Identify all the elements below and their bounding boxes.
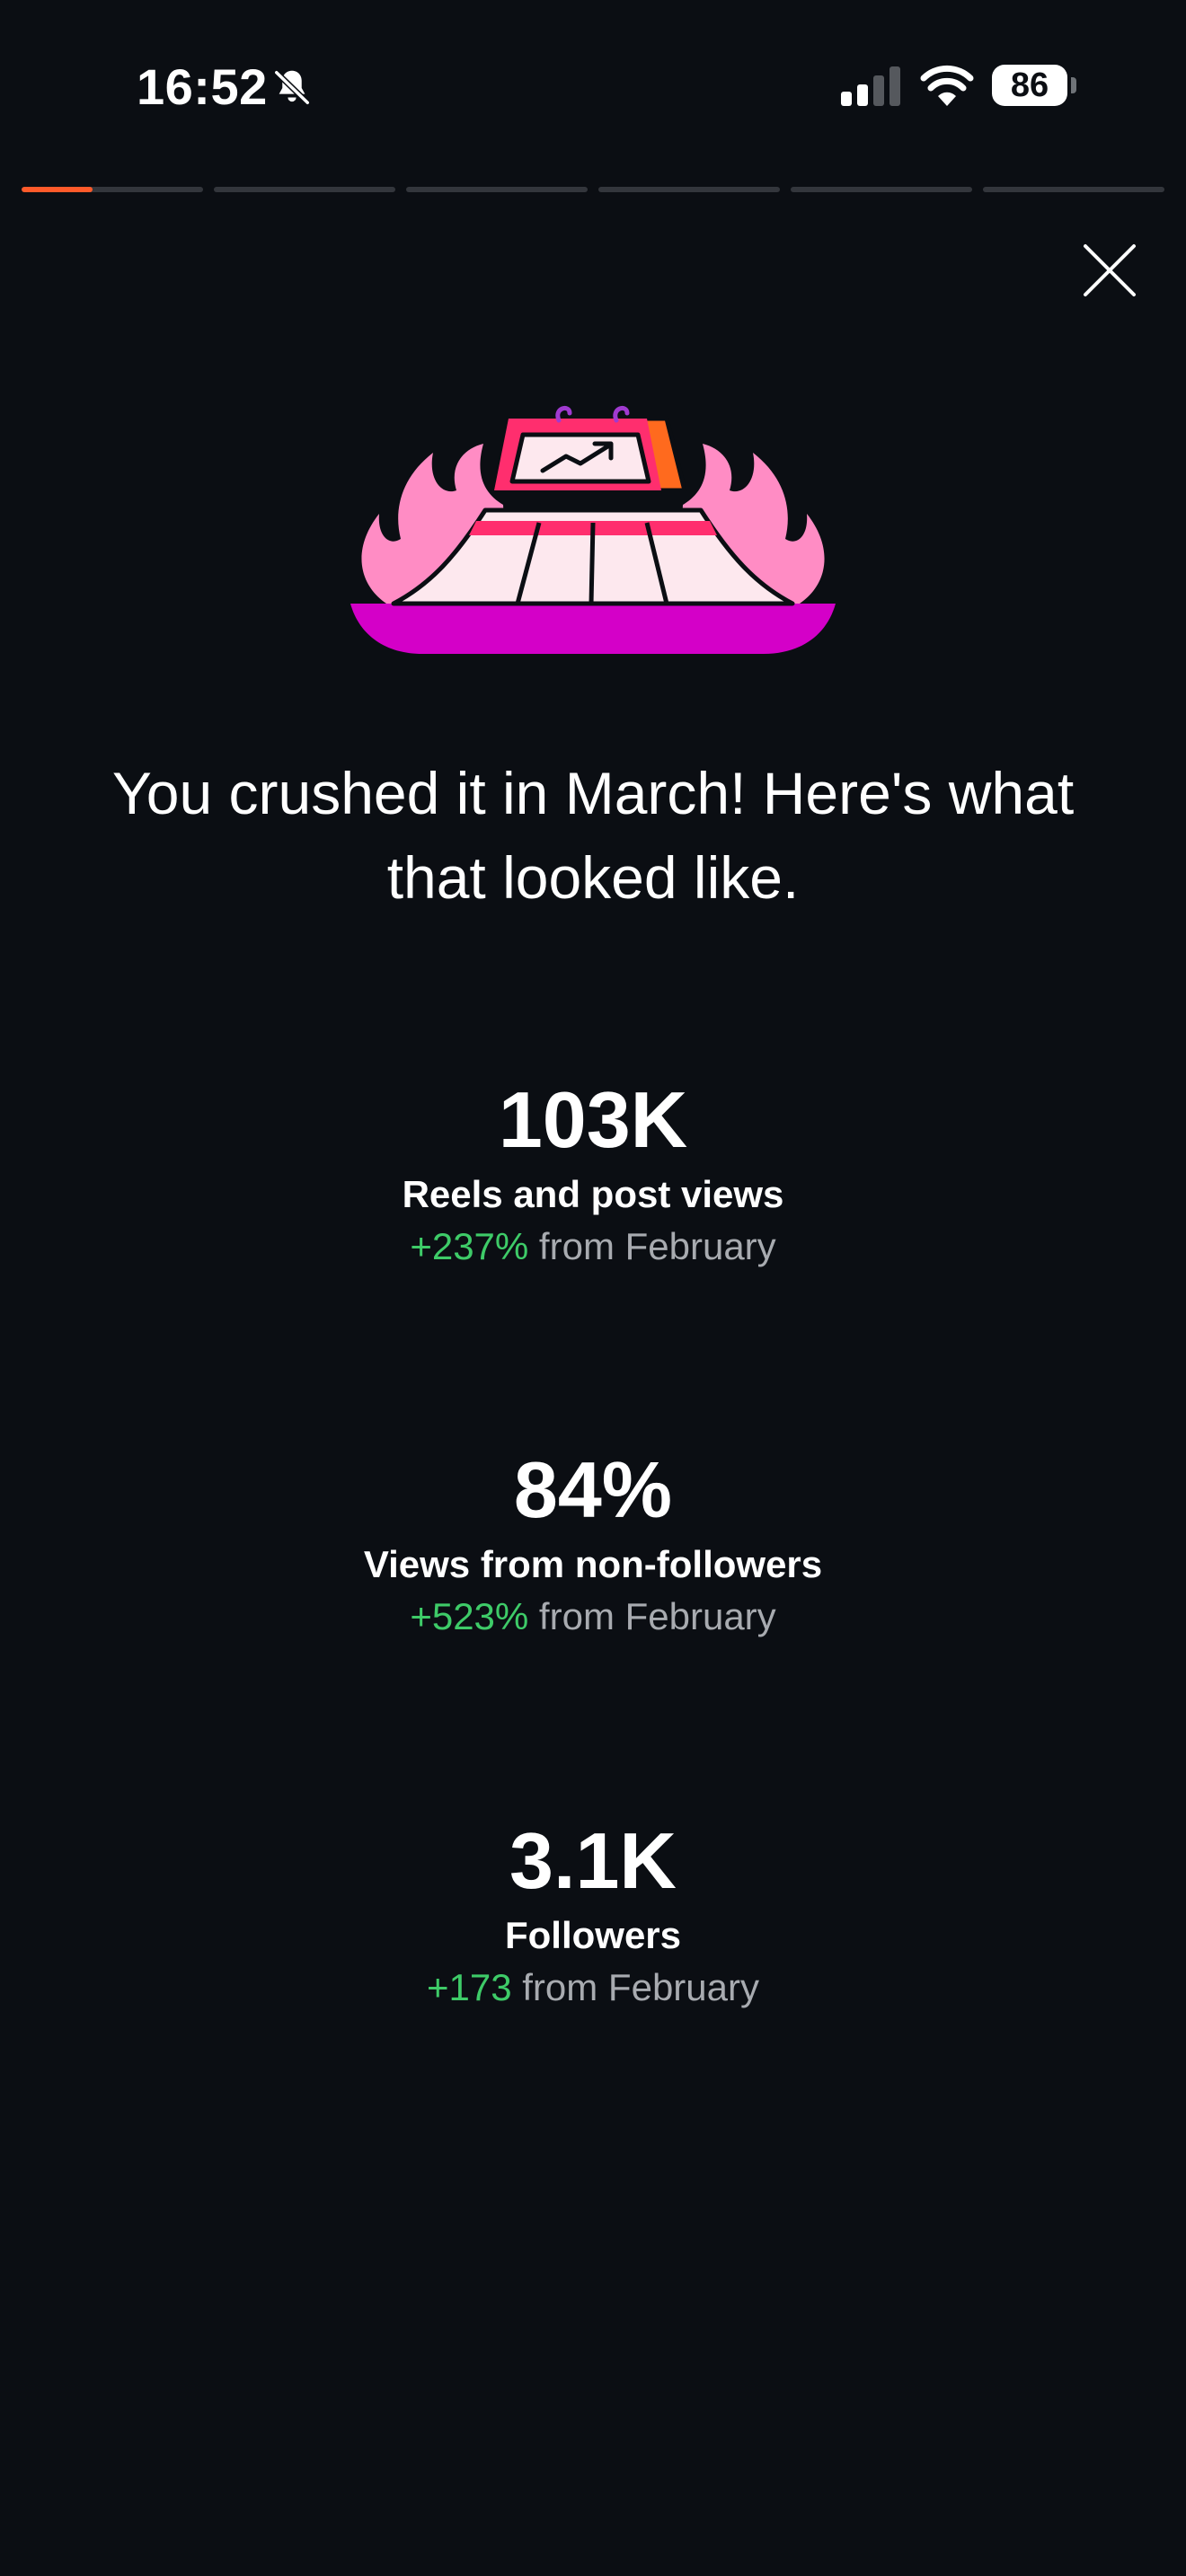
trending-chart-podium-flames-icon xyxy=(350,405,836,654)
battery-tip xyxy=(1071,77,1076,93)
story-segment-2 xyxy=(214,187,395,192)
stat-change-suffix: from February xyxy=(511,1966,759,2008)
story-segment-fill xyxy=(22,187,93,192)
stat-delta: +523% xyxy=(410,1595,529,1637)
battery-icon: 86 xyxy=(992,65,1076,106)
stat-views: 103K Reels and post views +237% from Feb… xyxy=(0,1071,1186,1274)
headline: You crushed it in March! Here's what tha… xyxy=(111,760,1075,911)
wifi-icon xyxy=(920,65,974,106)
stat-label: Views from non-followers xyxy=(363,1543,823,1585)
bell-slash-icon xyxy=(274,70,310,105)
stat-label: Reels and post views xyxy=(402,1173,784,1215)
stat-change-suffix: from February xyxy=(528,1225,776,1267)
status-time: 16:52 xyxy=(137,58,268,115)
stat-value: 3.1K xyxy=(509,1816,677,1905)
stat-delta: +173 xyxy=(426,1966,512,2008)
story-progress-bar xyxy=(22,187,1164,192)
status-bar: 16:52 86 xyxy=(0,0,1186,171)
stat-delta: +237% xyxy=(410,1225,529,1267)
battery-level: 86 xyxy=(992,65,1067,106)
story-segment-1 xyxy=(22,187,203,192)
stat-value: 103K xyxy=(498,1075,688,1164)
stat-value: 84% xyxy=(513,1445,673,1534)
story-segment-3 xyxy=(406,187,588,192)
stat-label: Followers xyxy=(504,1914,682,1956)
stat-change-suffix: from February xyxy=(528,1595,776,1637)
stat-non-follower-views: 84% Views from non-followers +523% from … xyxy=(0,1441,1186,1644)
stat-change: +237% from February xyxy=(0,1220,1186,1274)
story-segment-5 xyxy=(791,187,972,192)
stat-followers: 3.1K Followers +173 from February xyxy=(0,1812,1186,2015)
close-icon[interactable] xyxy=(1078,239,1141,302)
story-segment-4 xyxy=(598,187,780,192)
stat-change: +173 from February xyxy=(0,1961,1186,2015)
signal-icon xyxy=(841,66,900,106)
story-segment-6 xyxy=(983,187,1164,192)
stat-change: +523% from February xyxy=(0,1590,1186,1644)
